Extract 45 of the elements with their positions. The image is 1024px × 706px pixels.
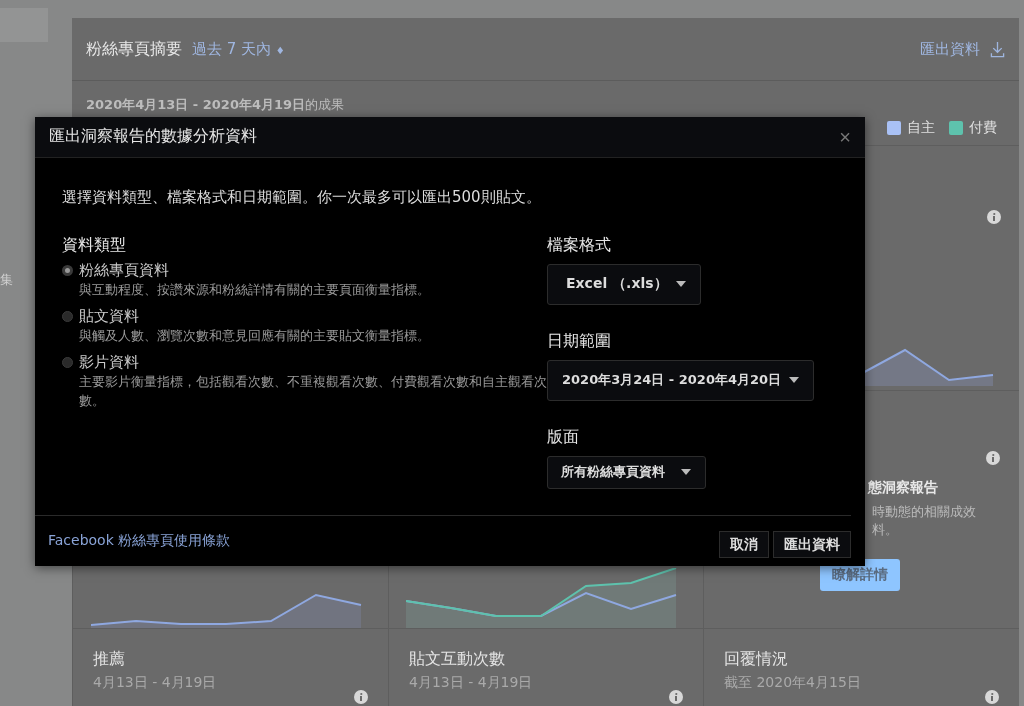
option-description: 與互動程度、按讚來源和粉絲詳情有關的主要頁面衡量指標。 [79, 280, 430, 299]
dialog-button[interactable]: 取消 [719, 531, 769, 559]
option-label[interactable]: 影片資料 [79, 352, 547, 372]
info-icon[interactable] [986, 451, 1000, 465]
field-label: 日期範圍 [547, 330, 611, 352]
caret-icon [789, 377, 800, 384]
dialog-title: 匯出洞察報告的數據分析資料 [49, 126, 257, 148]
metric-title: 回覆情況 [724, 649, 789, 670]
info-icon[interactable] [354, 690, 368, 704]
card-description: 料。 [872, 521, 898, 539]
field-label: 版面 [547, 426, 579, 448]
dialog-button[interactable]: 匯出資料 [773, 531, 851, 559]
card-title: 態洞察報告 [868, 479, 938, 497]
option-description: 主要影片衡量指標，包括觀看次數、不重複觀看次數、付費觀看次數和自主觀看次數。 [79, 372, 547, 410]
sidebar-label: 集 [0, 271, 14, 289]
panel-title: 粉絲專頁摘要 [86, 38, 182, 60]
option-label[interactable]: 貼文資料 [79, 306, 430, 326]
terms-link[interactable]: Facebook 粉絲專頁使用條款 [48, 531, 231, 550]
dialog-intro: 選擇資料類型、檔案格式和日期範圍。你一次最多可以匯出500則貼文。 [62, 187, 542, 207]
download-icon[interactable] [990, 40, 1005, 58]
option-description: 與觸及人數、瀏覽次數和意見回應有關的主要貼文衡量指標。 [79, 326, 430, 345]
info-icon[interactable] [669, 690, 683, 704]
info-icon[interactable] [985, 690, 999, 704]
caret-icon [675, 281, 686, 288]
caret-icon [681, 469, 691, 476]
close-button[interactable]: × [839, 126, 851, 147]
field-label: 資料類型 [62, 234, 127, 256]
legend-label: 自主 [907, 119, 935, 137]
metric-title: 貼文互動次數 [409, 649, 506, 670]
card-description: 時動態的相關成效 [872, 503, 976, 521]
legend-label: 付費 [969, 119, 997, 137]
metric-title: 推薦 [93, 649, 126, 670]
metric-date: 截至 2020年4月15日 [724, 674, 862, 692]
option-label[interactable]: 粉絲專頁資料 [79, 260, 430, 280]
date-range-dropdown[interactable]: 2020年3月24日 - 2020年4月20日 [547, 359, 815, 401]
radio-button[interactable] [62, 356, 73, 368]
metric-date: 4月13日 - 4月19日 [409, 674, 534, 692]
radio-button[interactable] [62, 310, 73, 322]
field-label: 檔案格式 [547, 234, 611, 256]
metric-date: 4月13日 - 4月19日 [93, 674, 218, 692]
info-icon[interactable] [987, 210, 1001, 224]
results-caption: 2020年4月13日 - 2020年4月19日的成果 [86, 96, 345, 114]
layout-dropdown[interactable]: 所有粉絲專頁資料 [547, 455, 706, 489]
radio-button[interactable] [62, 264, 73, 276]
file-format-dropdown[interactable]: Excel （.xls） [547, 263, 701, 305]
